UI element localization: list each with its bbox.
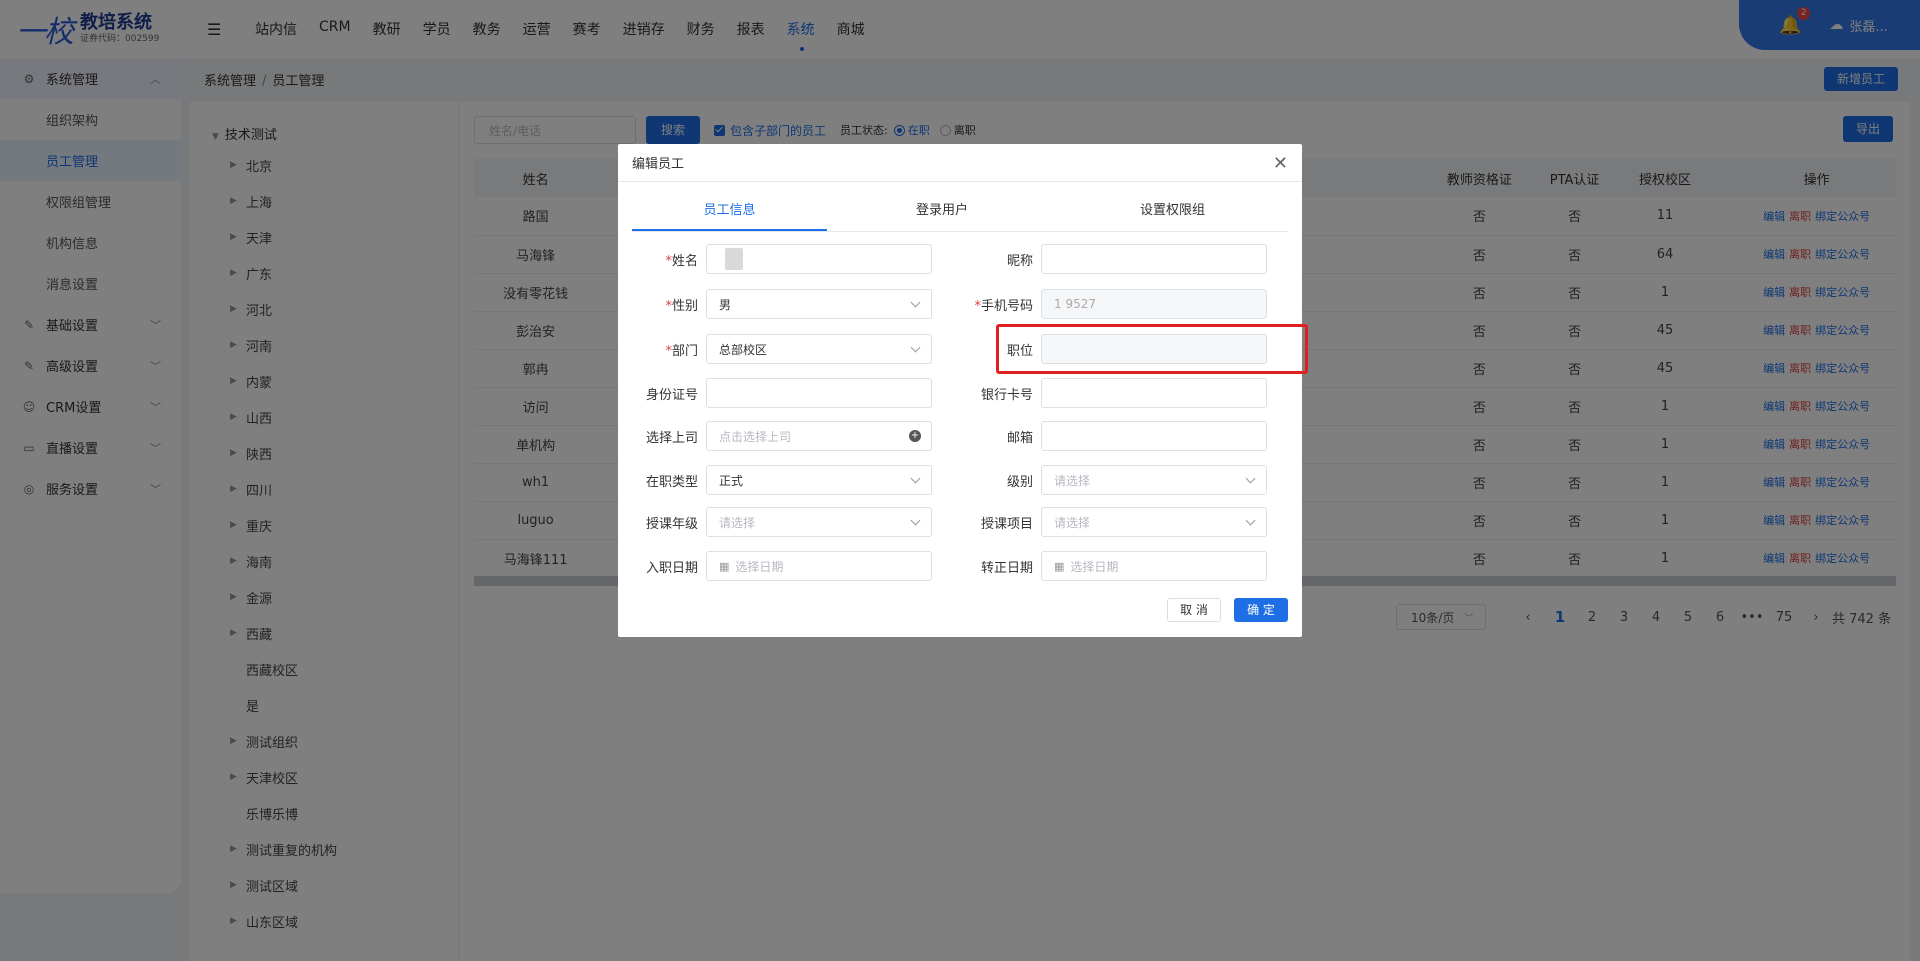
field-placeholder: 请选择 <box>1054 515 1091 530</box>
form-row-bankcard: 银行卡号 <box>953 378 1267 408</box>
field-value: 1 9527 <box>1054 297 1096 311</box>
form-row-name: *姓名 <box>618 244 932 274</box>
form-row-nickname: 昵称 <box>953 244 1267 274</box>
form-row-regulardate: 转正日期 ▦ 选择日期 <box>953 551 1267 581</box>
regulardate-picker[interactable]: ▦ 选择日期 <box>1041 551 1267 581</box>
hiredate-picker[interactable]: ▦ 选择日期 <box>706 551 932 581</box>
name-field[interactable] <box>706 244 932 274</box>
modal-tabs: 员工信息 登录用户 设置权限组 <box>632 196 1288 232</box>
chevron-down-icon <box>910 515 921 526</box>
form-row-gender: *性别 男 <box>618 289 932 319</box>
hiredate-label: 入职日期 <box>645 560 698 576</box>
field-value: 正式 <box>719 473 744 488</box>
idcard-field[interactable] <box>706 378 932 408</box>
grade-select[interactable]: 请选择 <box>706 507 932 537</box>
label-text: 姓名 <box>671 253 698 269</box>
form-row-level: 级别 请选择 <box>953 465 1267 495</box>
close-icon[interactable]: ✕ <box>1273 153 1288 174</box>
form-row-grade: 授课年级 请选择 <box>618 507 932 537</box>
form-row-jobtype: 在职类型 正式 <box>618 465 932 495</box>
level-label: 级别 <box>1006 474 1033 490</box>
jobtype-select[interactable]: 正式 <box>706 465 932 495</box>
form-row-idcard: 身份证号 <box>618 378 932 408</box>
tab-permission-group[interactable]: 设置权限组 <box>1057 196 1288 231</box>
regulardate-label: 转正日期 <box>980 560 1033 576</box>
phone-label: *手机号码 <box>953 295 1041 314</box>
calendar-icon: ▦ <box>719 559 730 573</box>
bankcard-label: 银行卡号 <box>980 387 1033 403</box>
form-row-superior: 选择上司 点击选择上司 + <box>618 421 932 451</box>
level-select[interactable]: 请选择 <box>1041 465 1267 495</box>
blurred-value <box>725 248 743 270</box>
chevron-down-icon <box>910 473 921 484</box>
calendar-icon: ▦ <box>1054 559 1065 573</box>
jobtype-label: 在职类型 <box>645 474 698 490</box>
gender-select[interactable]: 男 <box>706 289 932 319</box>
dept-select[interactable]: 总部校区 <box>706 334 932 364</box>
chevron-down-icon <box>1245 473 1256 484</box>
modal-header: 编辑员工 ✕ <box>618 144 1302 182</box>
field-placeholder: 请选择 <box>719 515 756 530</box>
idcard-label: 身份证号 <box>645 387 698 403</box>
field-placeholder: 请选择 <box>1054 473 1091 488</box>
chevron-down-icon <box>910 342 921 353</box>
form-row-project: 授课项目 请选择 <box>953 507 1267 537</box>
project-select[interactable]: 请选择 <box>1041 507 1267 537</box>
project-label: 授课项目 <box>980 516 1033 532</box>
field-placeholder: 点击选择上司 <box>719 429 792 444</box>
label-text: 性别 <box>671 298 698 314</box>
confirm-button[interactable]: 确 定 <box>1234 598 1288 622</box>
form-row-email: 邮箱 <box>953 421 1267 451</box>
dept-label: *部门 <box>618 340 706 359</box>
field-placeholder: 选择日期 <box>1070 559 1119 574</box>
name-label: *姓名 <box>618 250 706 269</box>
label-text: 部门 <box>671 343 698 359</box>
superior-picker[interactable]: 点击选择上司 + <box>706 421 932 451</box>
form-row-hiredate: 入职日期 ▦ 选择日期 <box>618 551 932 581</box>
superior-label: 选择上司 <box>645 430 698 446</box>
phone-field: 1 9527 <box>1041 289 1267 319</box>
label-text: 手机号码 <box>980 298 1033 314</box>
field-value: 男 <box>719 297 732 312</box>
form-row-phone: *手机号码 1 9527 <box>953 289 1267 319</box>
gender-label: *性别 <box>618 295 706 314</box>
email-field[interactable] <box>1041 421 1267 451</box>
email-label: 邮箱 <box>1006 430 1033 446</box>
tab-login-user[interactable]: 登录用户 <box>827 196 1057 231</box>
field-placeholder: 选择日期 <box>735 559 784 574</box>
field-value: 总部校区 <box>719 342 768 357</box>
bankcard-field[interactable] <box>1041 378 1267 408</box>
nickname-field[interactable] <box>1041 244 1267 274</box>
modal-title: 编辑员工 <box>632 157 685 172</box>
cancel-button[interactable]: 取 消 <box>1167 598 1221 622</box>
grade-label: 授课年级 <box>645 516 698 532</box>
form-row-dept: *部门 总部校区 <box>618 334 932 364</box>
position-highlight-box <box>996 324 1308 374</box>
chevron-down-icon <box>1245 515 1256 526</box>
add-circle-icon[interactable]: + <box>909 430 921 442</box>
nickname-label: 昵称 <box>1006 253 1033 269</box>
chevron-down-icon <box>910 297 921 308</box>
tab-staff-info[interactable]: 员工信息 <box>632 196 827 231</box>
